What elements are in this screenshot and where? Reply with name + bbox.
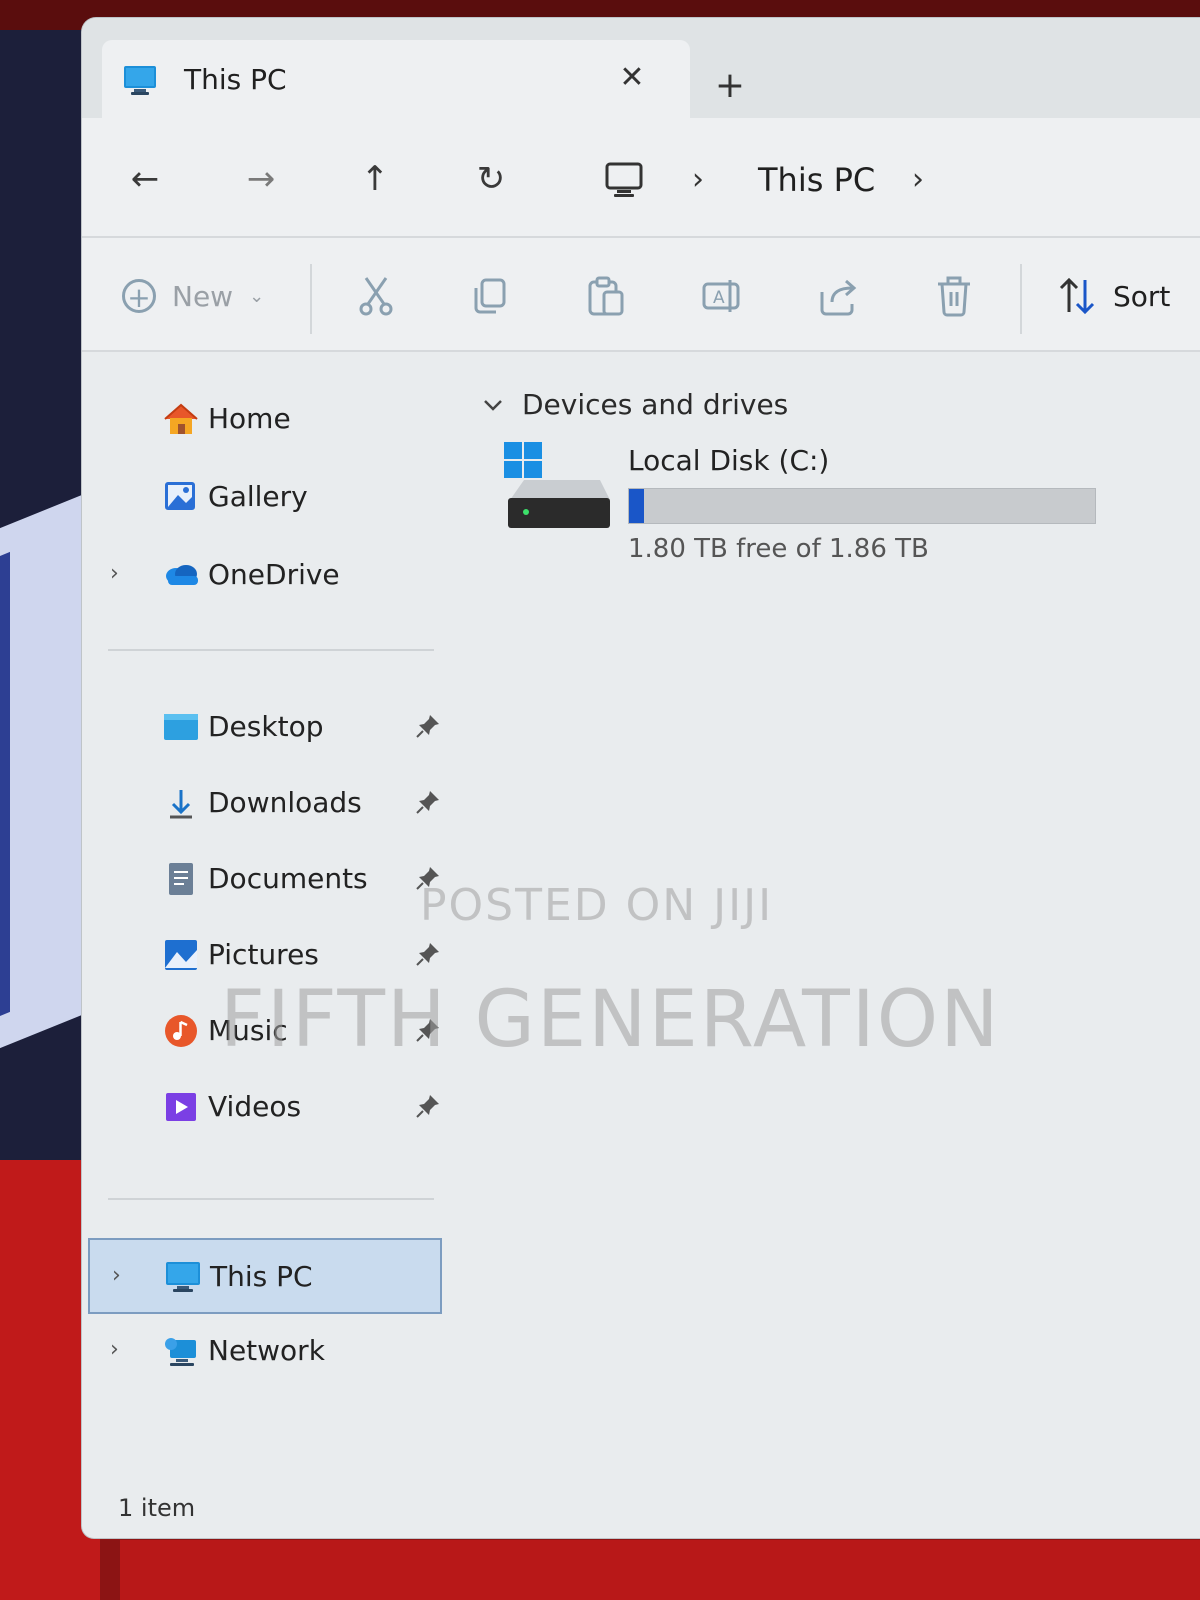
- pin-icon[interactable]: [414, 788, 442, 816]
- add-icon: +: [122, 279, 156, 314]
- group-header-label: Devices and drives: [522, 388, 789, 421]
- pin-icon[interactable]: [414, 1092, 442, 1120]
- chevron-down-icon: [484, 399, 502, 411]
- sidebar-item-label: This PC: [210, 1260, 313, 1293]
- documents-icon: [169, 863, 193, 895]
- paste-icon[interactable]: [584, 274, 628, 318]
- hard-drive-icon: [504, 442, 610, 528]
- status-item-count: 1 item: [118, 1494, 196, 1522]
- pin-icon[interactable]: [414, 864, 442, 892]
- sort-label: Sort: [1113, 279, 1171, 313]
- gallery-icon: [165, 482, 195, 510]
- sidebar-item-desktop[interactable]: Desktop: [88, 694, 448, 758]
- refresh-button[interactable]: ↻: [466, 154, 516, 204]
- network-icon: [165, 1338, 196, 1366]
- sidebar-item-documents[interactable]: Documents: [88, 846, 448, 910]
- music-icon: [165, 1015, 197, 1047]
- content-pane: Devices and drives Local Disk (C:) 1.80 …: [454, 352, 1200, 1538]
- copy-icon[interactable]: [468, 274, 512, 318]
- home-icon: [164, 403, 198, 434]
- breadcrumb-separator[interactable]: ›: [692, 158, 704, 202]
- devices-and-drives-header[interactable]: Devices and drives: [482, 388, 788, 421]
- desktop-folder-icon: [164, 714, 198, 740]
- sidebar-item-onedrive[interactable]: › OneDrive: [88, 542, 448, 606]
- close-tab-button[interactable]: ✕: [612, 58, 652, 98]
- sort-button[interactable]: Sort: [1057, 274, 1170, 318]
- forward-button[interactable]: →: [236, 154, 286, 204]
- sidebar-item-label: Network: [208, 1334, 325, 1367]
- delete-icon[interactable]: [932, 274, 976, 318]
- new-button[interactable]: + New ⌄: [122, 274, 264, 318]
- drive-name: Local Disk (C:): [628, 444, 830, 477]
- sidebar-item-gallery[interactable]: Gallery: [88, 464, 448, 528]
- up-button[interactable]: ↑: [350, 154, 400, 204]
- breadcrumb-separator[interactable]: ›: [912, 158, 924, 202]
- chevron-down-icon: ⌄: [249, 285, 265, 307]
- sidebar-item-label: Desktop: [208, 710, 324, 743]
- sidebar-item-label: OneDrive: [208, 558, 340, 591]
- command-divider: [1020, 264, 1022, 334]
- sidebar-item-network[interactable]: › Network: [88, 1318, 448, 1382]
- chevron-right-icon[interactable]: ›: [110, 558, 119, 590]
- drive-usage-fill: [629, 489, 644, 523]
- download-icon: [170, 790, 192, 819]
- chevron-right-icon[interactable]: ›: [112, 1260, 121, 1292]
- sidebar-item-label: Home: [208, 402, 291, 435]
- chevron-right-icon[interactable]: ›: [110, 1334, 119, 1366]
- tab-title: This PC: [184, 63, 287, 96]
- sidebar-item-label: Pictures: [208, 938, 319, 971]
- new-label: New: [172, 279, 234, 313]
- computer-icon: [166, 1262, 200, 1292]
- sort-icon: [1059, 277, 1095, 315]
- pin-icon[interactable]: [414, 1016, 442, 1044]
- title-bar: This PC ✕ +: [82, 18, 1200, 118]
- computer-breadcrumb-icon[interactable]: [602, 158, 646, 202]
- drive-usage-bar: [628, 488, 1096, 524]
- sidebar-item-home[interactable]: Home: [88, 386, 448, 450]
- back-button[interactable]: ←: [120, 154, 170, 204]
- command-bar: + New ⌄ A Sort: [82, 238, 1200, 352]
- pin-icon[interactable]: [414, 940, 442, 968]
- onedrive-icon: [166, 565, 198, 585]
- pictures-icon: [165, 940, 197, 970]
- tab-this-pc[interactable]: This PC ✕: [102, 40, 690, 118]
- sidebar-item-pictures[interactable]: Pictures: [88, 922, 448, 986]
- svg-text:A: A: [713, 288, 725, 308]
- computer-icon: [124, 66, 156, 95]
- sidebar-item-label: Documents: [208, 862, 368, 895]
- sidebar-item-videos[interactable]: Videos: [88, 1074, 448, 1138]
- sidebar-item-label: Music: [208, 1014, 288, 1047]
- sidebar-item-music[interactable]: Music: [88, 998, 448, 1062]
- drive-local-disk-c[interactable]: Local Disk (C:) 1.80 TB free of 1.86 TB: [504, 442, 1144, 582]
- cut-icon[interactable]: [354, 274, 398, 318]
- sidebar-item-label: Gallery: [208, 480, 308, 513]
- navigation-pane: Home Gallery › OneDrive Desktop Download…: [82, 352, 454, 1538]
- sidebar-item-this-pc[interactable]: › This PC: [88, 1238, 442, 1314]
- videos-icon: [166, 1093, 196, 1121]
- address-bar-row: ← → ↑ ↻ › This PC ›: [82, 118, 1200, 238]
- sidebar-divider: [108, 649, 434, 651]
- pin-icon[interactable]: [414, 712, 442, 740]
- sidebar-item-downloads[interactable]: Downloads: [88, 770, 448, 834]
- drive-free-space: 1.80 TB free of 1.86 TB: [628, 534, 929, 564]
- sidebar-item-label: Videos: [208, 1090, 302, 1123]
- sidebar-divider: [108, 1198, 434, 1200]
- rename-icon[interactable]: A: [700, 274, 744, 318]
- file-explorer-window: This PC ✕ + ← → ↑ ↻ › This PC › + New ⌄: [82, 18, 1200, 1538]
- new-tab-button[interactable]: +: [708, 64, 752, 108]
- breadcrumb-this-pc[interactable]: This PC: [758, 158, 875, 202]
- command-divider: [310, 264, 312, 334]
- share-icon[interactable]: [816, 274, 860, 318]
- sidebar-item-label: Downloads: [208, 786, 362, 819]
